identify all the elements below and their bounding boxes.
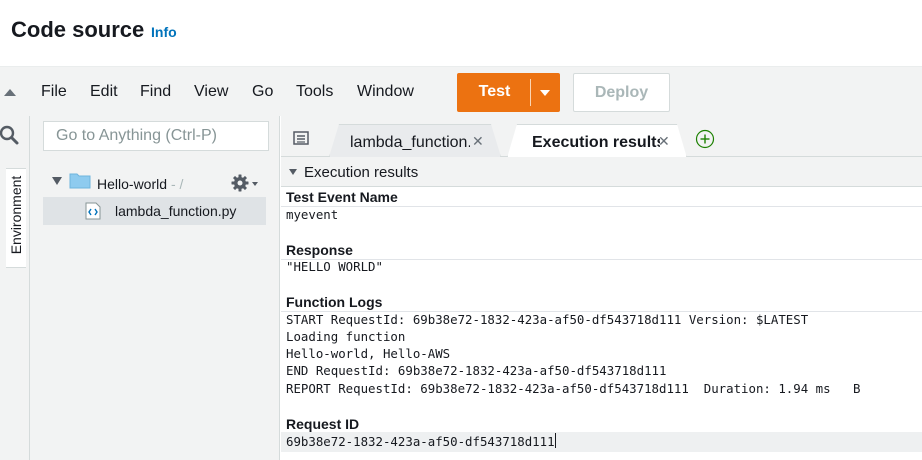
- request-id-text: 69b38e72-1832-423a-af50-df543718d111: [286, 434, 555, 449]
- text-cursor: [554, 433, 556, 448]
- response-title: Response: [286, 242, 353, 258]
- page-title: Code source: [11, 17, 145, 42]
- response-value: "HELLO WORLD": [286, 259, 383, 274]
- page-header: Code source Info: [0, 0, 922, 66]
- tab-label: lambda_function.py: [350, 134, 468, 151]
- gear-dropdown-caret-icon[interactable]: [252, 182, 258, 186]
- go-to-anything-input[interactable]: [43, 121, 269, 151]
- test-button[interactable]: Test: [457, 73, 560, 112]
- environment-tab-label: Environment: [8, 175, 24, 255]
- environment-tab[interactable]: Environment: [6, 168, 26, 268]
- tab-list-icon[interactable]: [293, 131, 309, 145]
- menu-window[interactable]: Window: [357, 83, 414, 101]
- menu-find[interactable]: Find: [140, 83, 171, 101]
- log-line: Loading function: [286, 329, 406, 344]
- results-section-header[interactable]: Execution results: [281, 157, 922, 187]
- menu-file[interactable]: File: [41, 83, 67, 101]
- file-name: lambda_function.py: [115, 203, 237, 219]
- deploy-button[interactable]: Deploy: [573, 73, 670, 112]
- editor-tab-bar: lambda_function.py ✕ Execution results ✕: [281, 116, 922, 157]
- folder-icon: [69, 173, 91, 189]
- tab-lambda-function[interactable]: lambda_function.py ✕: [329, 124, 501, 157]
- menu-go[interactable]: Go: [252, 83, 273, 101]
- menu-tools[interactable]: Tools: [296, 83, 333, 101]
- test-event-name-title: Test Event Name: [286, 189, 398, 205]
- menu-view[interactable]: View: [194, 83, 228, 101]
- divider: [281, 206, 922, 207]
- close-icon[interactable]: ✕: [472, 133, 484, 150]
- search-icon[interactable]: [0, 124, 22, 146]
- info-link[interactable]: Info: [151, 24, 177, 40]
- log-line: Hello-world, Hello-AWS: [286, 346, 451, 361]
- function-logs-title: Function Logs: [286, 294, 383, 310]
- folder-expand-icon[interactable]: [52, 177, 62, 185]
- close-icon[interactable]: ✕: [658, 133, 670, 150]
- section-collapse-icon[interactable]: [289, 169, 297, 175]
- left-rail: Environment: [0, 116, 30, 460]
- log-line: END RequestId: 69b38e72-1832-423a-af50-d…: [286, 363, 667, 378]
- ide-menu-bar: File Edit Find View Go Tools Window Test…: [0, 66, 922, 116]
- tab-execution-results[interactable]: Execution results ✕: [507, 124, 687, 158]
- test-event-name-value: myevent: [286, 207, 339, 222]
- python-file-icon: [85, 202, 101, 220]
- file-explorer: Hello-world - / lambda_function.py: [30, 116, 280, 460]
- gear-icon[interactable]: [231, 174, 249, 192]
- execution-results-panel: Execution results Test Event Name myeven…: [281, 157, 922, 460]
- menu-edit[interactable]: Edit: [90, 83, 118, 101]
- request-id-title: Request ID: [286, 416, 360, 432]
- folder-name[interactable]: Hello-world: [97, 176, 167, 192]
- tab-label: Execution results: [532, 134, 660, 151]
- log-line: REPORT RequestId: 69b38e72-1832-423a-af5…: [286, 381, 861, 396]
- request-id-value[interactable]: 69b38e72-1832-423a-af50-df543718d111: [286, 433, 556, 450]
- results-section-title: Execution results: [304, 164, 419, 181]
- add-tab-icon[interactable]: [695, 129, 715, 149]
- test-dropdown-caret-icon[interactable]: [540, 90, 550, 96]
- test-button-divider: [530, 79, 531, 106]
- file-tree-item[interactable]: lambda_function.py: [43, 197, 266, 225]
- collapse-triangle-icon[interactable]: [4, 89, 16, 96]
- test-button-label: Test: [478, 83, 511, 100]
- log-line: START RequestId: 69b38e72-1832-423a-af50…: [286, 312, 809, 327]
- folder-path: - /: [171, 176, 184, 192]
